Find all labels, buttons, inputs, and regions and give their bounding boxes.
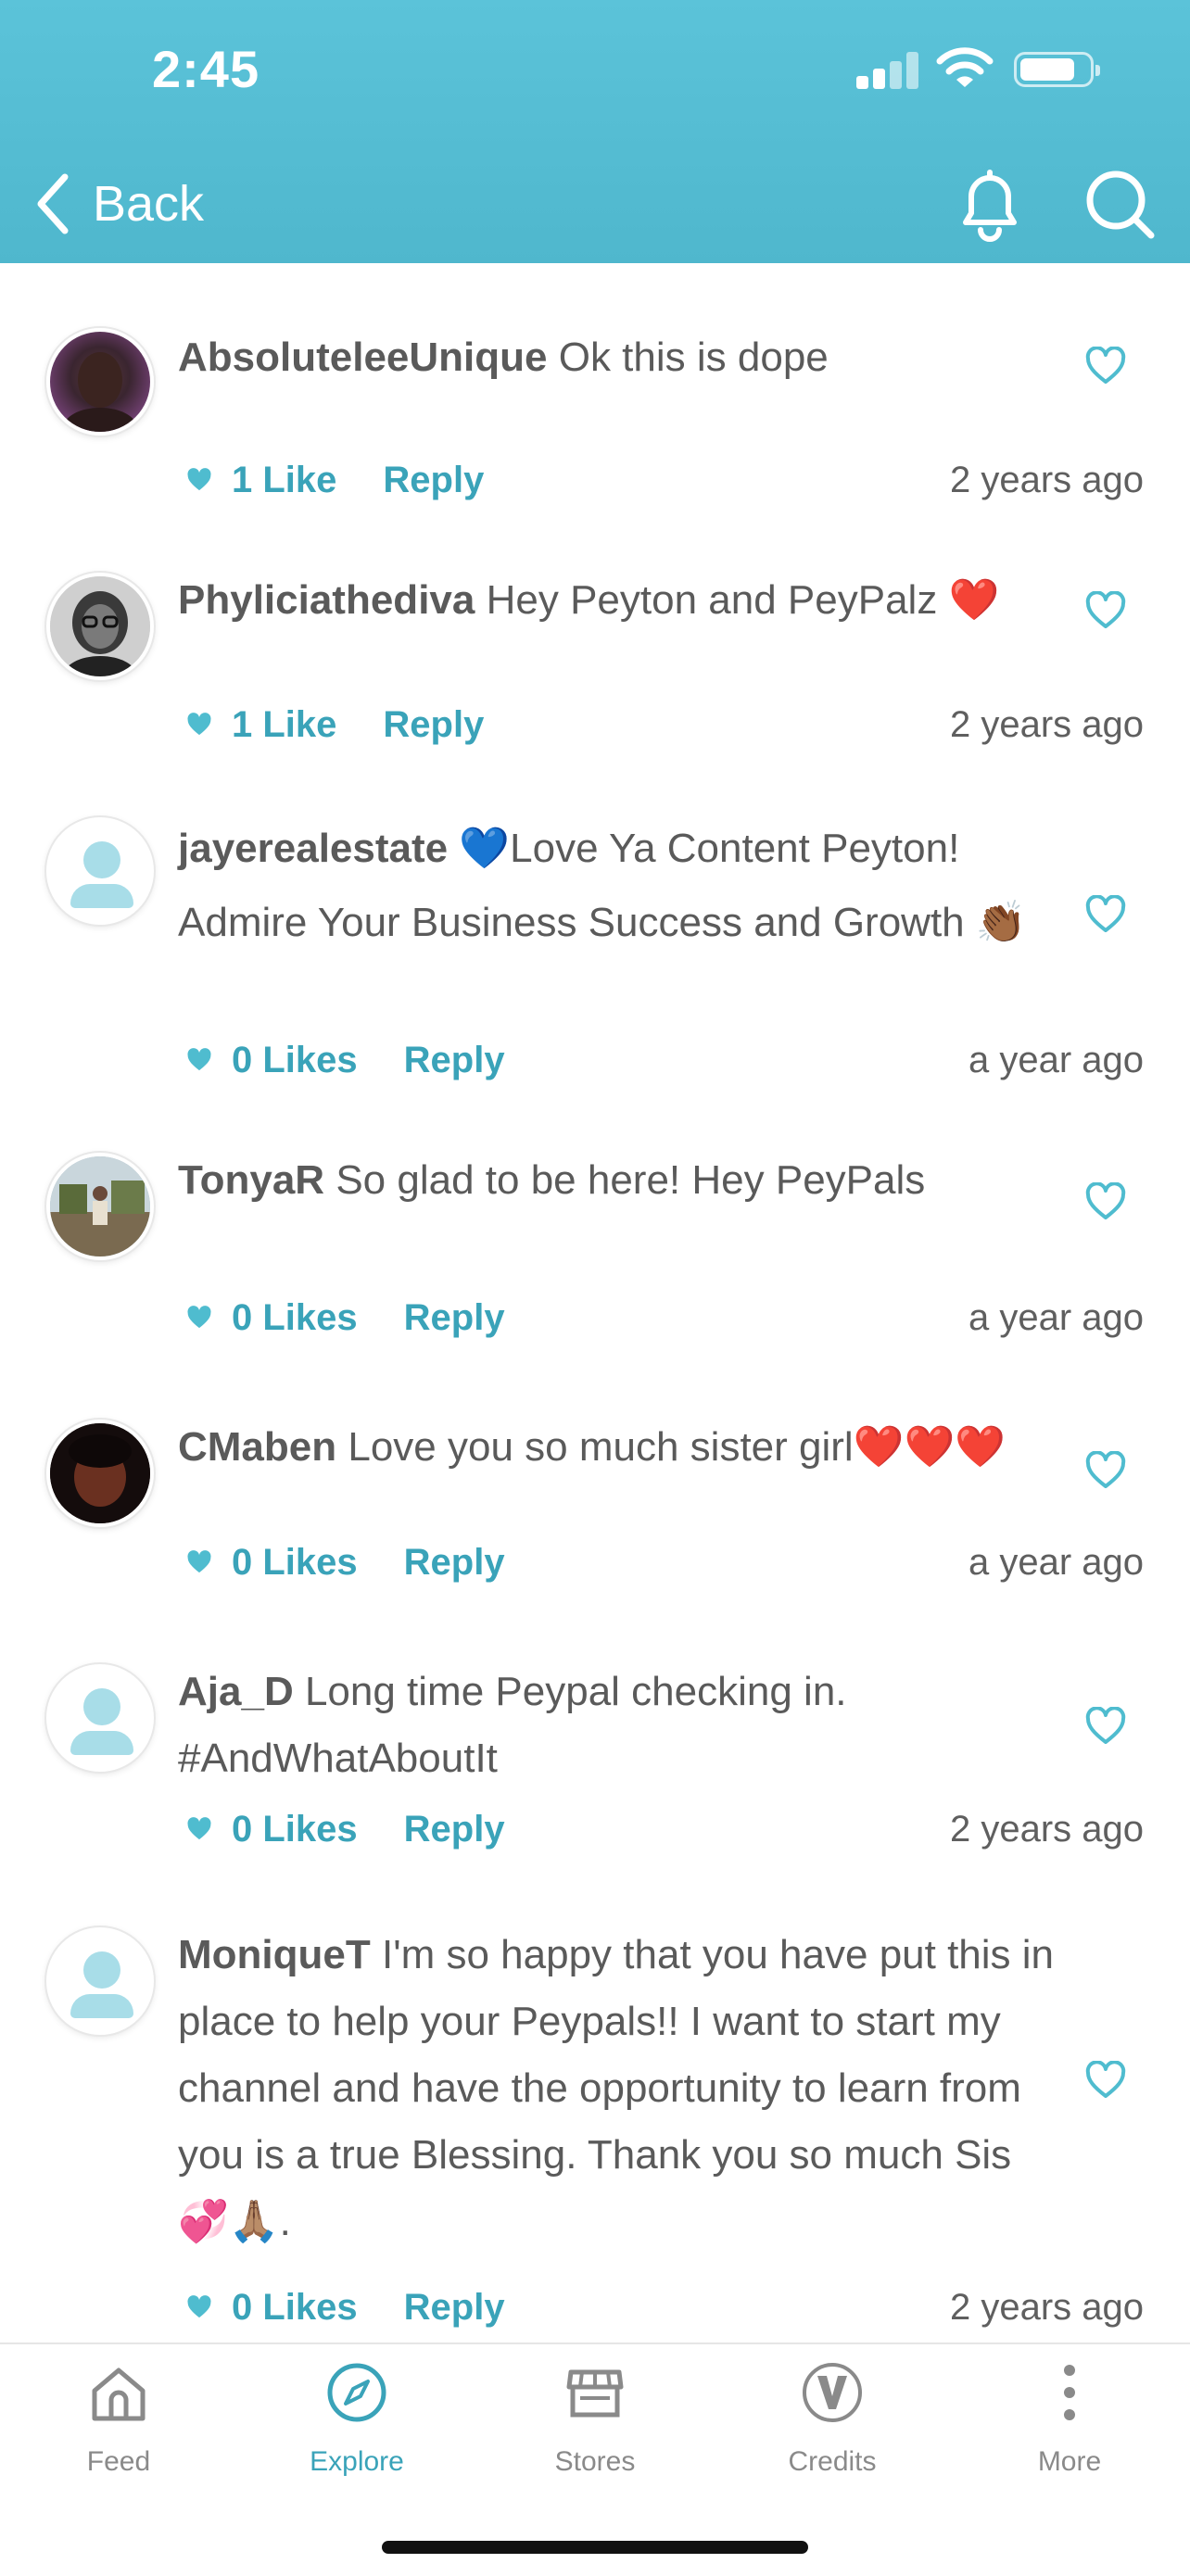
tab-label: Credits [788,2446,877,2477]
username[interactable]: jayerealestate [178,826,448,871]
heart-outline-icon[interactable] [1084,1182,1127,1221]
reply-button[interactable]: Reply [383,704,484,746]
tab-label: Explore [310,2446,404,2477]
search-icon[interactable] [1081,165,1158,243]
comment-time: a year ago [968,1542,1144,1583]
reply-button[interactable]: Reply [404,1297,505,1339]
like-count[interactable]: 0 Likes [232,1040,358,1081]
home-icon [92,2368,146,2421]
like-count[interactable]: 1 Like [232,704,336,746]
comment-time: 2 years ago [949,704,1144,745]
comment-text: Aja_D Long time Peypal checking in. #And… [178,1659,1058,1792]
heart-filled-icon[interactable] [185,1047,213,1073]
like-count[interactable]: 0 Likes [232,1297,358,1339]
avatar-default[interactable] [46,1664,154,1772]
tab-label: More [1037,2446,1102,2477]
comment-body: Hey Peyton and PeyPalz ❤️ [486,577,1000,623]
tab-label: Feed [86,2446,151,2477]
home-indicator[interactable] [382,2541,808,2554]
heart-outline-icon[interactable] [1084,2061,1127,2100]
heart-filled-icon[interactable] [185,712,213,738]
like-count[interactable]: 1 Like [232,460,336,501]
like-count[interactable]: 0 Likes [232,2287,358,2329]
heart-filled-icon[interactable] [185,2294,213,2320]
comment-time: 2 years ago [949,460,1144,500]
avatar[interactable] [46,573,154,680]
wifi-icon [936,47,994,87]
comment-body: I'm so happy that you have put this in p… [178,1932,1055,2244]
comment-body: Love you so much sister girl❤️❤️❤️ [348,1424,1006,1470]
bottom-tab-bar: Feed Explore Stores Credits More [0,2342,1190,2576]
avatar[interactable] [46,328,154,436]
credits-v-icon [803,2363,862,2422]
top-bar: 2:45 Back [0,0,1190,263]
back-button[interactable]: Back [33,167,204,241]
comment-time: a year ago [968,1040,1144,1080]
username[interactable]: Phyliciathediva [178,577,475,623]
heart-outline-icon[interactable] [1084,1707,1127,1746]
notification-bell-icon[interactable] [955,165,1025,243]
comment-actions: 1 Like Reply [185,452,484,508]
comment-body: Ok this is dope [558,335,829,380]
reply-button[interactable]: Reply [404,1542,505,1584]
comment-time: 2 years ago [949,2287,1144,2328]
comment-actions: 0 Likes Reply [185,1801,505,1857]
comments-list[interactable]: AbsoluteleeUnique Ok this is dope 1 Like… [0,263,1190,2342]
avatar[interactable] [46,1420,154,1527]
comment-time: 2 years ago [949,1809,1144,1850]
reply-button[interactable]: Reply [404,2287,505,2329]
battery-icon [1014,52,1100,87]
like-count[interactable]: 0 Likes [232,1809,358,1850]
comment-text: CMaben Love you so much sister girl❤️❤️❤… [178,1414,1058,1481]
comment-actions: 0 Likes Reply [185,1032,505,1088]
heart-filled-icon[interactable] [185,467,213,493]
reply-button[interactable]: Reply [404,1809,505,1850]
heart-filled-icon[interactable] [185,1816,213,1842]
heart-outline-icon[interactable] [1084,895,1127,934]
chevron-left-icon [37,173,69,234]
tab-label: Stores [554,2446,636,2477]
heart-outline-icon[interactable] [1084,591,1127,630]
comment-text: TonyaR So glad to be here! Hey PeyPals [178,1147,1058,1214]
store-icon [566,2369,624,2418]
comment-actions: 0 Likes Reply [185,2279,505,2335]
avatar[interactable] [46,1153,154,1260]
comment-actions: 1 Like Reply [185,697,484,752]
avatar-default[interactable] [46,817,154,925]
back-label: Back [93,176,205,232]
reply-button[interactable]: Reply [383,460,484,501]
comment-text: MoniqueT I'm so happy that you have put … [178,1922,1058,2255]
reply-button[interactable]: Reply [404,1040,505,1081]
heart-outline-icon[interactable] [1084,1451,1127,1490]
more-vertical-icon [1064,2365,1075,2420]
compass-icon [327,2363,386,2422]
username[interactable]: CMaben [178,1424,336,1470]
username[interactable]: AbsoluteleeUnique [178,335,548,380]
heart-outline-icon[interactable] [1084,347,1127,385]
status-time: 2:45 [152,40,260,98]
heart-filled-icon[interactable] [185,1549,213,1575]
comment-actions: 0 Likes Reply [185,1290,505,1345]
comment-time: a year ago [968,1297,1144,1338]
username[interactable]: MoniqueT [178,1932,371,1977]
like-count[interactable]: 0 Likes [232,1542,358,1584]
cellular-signal-icon [856,52,919,89]
username[interactable]: Aja_D [178,1669,294,1714]
comment-actions: 0 Likes Reply [185,1534,505,1590]
comment-text: jayerealestate 💙Love Ya Content Peyton! … [178,812,1058,960]
username[interactable]: TonyaR [178,1157,324,1203]
comment-body: So glad to be here! Hey PeyPals [335,1157,926,1203]
comment-text: Phyliciathediva Hey Peyton and PeyPalz ❤… [178,567,1058,634]
avatar-default[interactable] [46,1927,154,2035]
heart-filled-icon[interactable] [185,1305,213,1331]
comment-text: AbsoluteleeUnique Ok this is dope [178,324,1058,391]
